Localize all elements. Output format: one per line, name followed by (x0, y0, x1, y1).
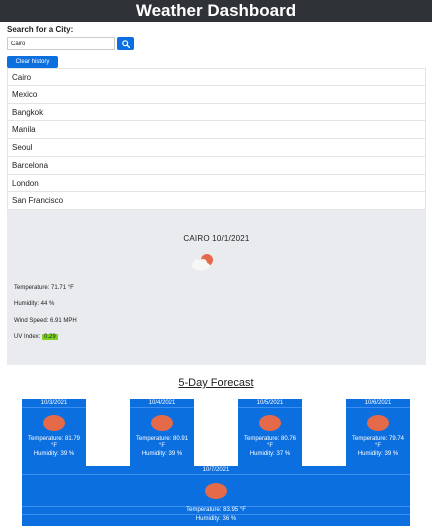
history-item-san-francisco[interactable]: San Francisco (7, 192, 426, 210)
forecast-date: 10/5/2021 (238, 399, 302, 408)
forecast-card: 10/4/2021 Temperature: 80.91 °F Humidity… (130, 399, 194, 466)
search-button[interactable] (117, 37, 134, 50)
forecast-date: 10/7/2021 (22, 466, 410, 475)
forecast-temperature-unit: °F (50, 443, 58, 449)
sun-icon (151, 415, 173, 431)
forecast-card: 10/5/2021 Temperature: 80.76 °F Humidity… (238, 399, 302, 466)
search-label: Search for a City: (7, 25, 74, 34)
forecast-temperature: Temperature: 79.74 (351, 436, 405, 442)
forecast-temperature: Temperature: 80.76 (243, 436, 297, 442)
app-header: Weather Dashboard (0, 0, 432, 22)
forecast-temperature-unit: °F (158, 443, 166, 449)
page-title: Weather Dashboard (135, 1, 297, 20)
forecast-date: 10/6/2021 (346, 399, 410, 408)
forecast-humidity: Humidity: 39 % (141, 451, 183, 457)
forecast-temperature: Temperature: 81.79 (27, 436, 81, 442)
forecast-humidity: Humidity: 39 % (33, 451, 75, 457)
clear-history-button[interactable]: Clear history (7, 56, 58, 68)
current-wind-speed: Wind Speed: 6.91 MPH (14, 318, 77, 324)
forecast-date: 10/3/2021 (22, 399, 86, 408)
sun-icon (259, 415, 281, 431)
forecast-card: 10/6/2021 Temperature: 79.74 °F Humidity… (346, 399, 410, 466)
current-uv: UV Index: 0.29 (14, 334, 58, 340)
city-search-input[interactable] (7, 37, 115, 50)
current-temperature: Temperature: 71.71 °F (14, 285, 74, 291)
forecast-temperature-unit: °F (374, 443, 382, 449)
forecast-card: 10/7/2021 Temperature: 83.95 °F Humidity… (22, 466, 410, 526)
uv-label: UV Index: (14, 334, 41, 340)
sun-icon (205, 483, 227, 499)
forecast-humidity: Humidity: 37 % (249, 451, 291, 457)
history-item-bangkok[interactable]: Bangkok (7, 103, 426, 122)
history-item-mexico[interactable]: Mexico (7, 85, 426, 104)
history-item-manila[interactable]: Manila (7, 121, 426, 139)
sun-icon (367, 415, 389, 431)
search-row (7, 37, 134, 50)
history-item-cairo[interactable]: Cairo (7, 68, 426, 86)
search-history-list: Cairo Mexico Bangkok Manila Seoul Barcel… (7, 68, 426, 210)
forecast-humidity: Humidity: 39 % (357, 451, 399, 457)
search-icon (121, 39, 130, 48)
current-weather-panel: CAIRO 10/1/2021 Temperature: 71.71 °F Hu… (7, 210, 426, 365)
uv-badge: 0.29 (42, 334, 58, 340)
history-item-seoul[interactable]: Seoul (7, 139, 426, 157)
sun-icon (43, 415, 65, 431)
forecast-humidity: Humidity: 36 % (22, 514, 410, 523)
history-item-barcelona[interactable]: Barcelona (7, 156, 426, 175)
forecast-card: 10/3/2021 Temperature: 81.79 °F Humidity… (22, 399, 86, 466)
history-item-london[interactable]: London (7, 174, 426, 193)
forecast-date: 10/4/2021 (130, 399, 194, 408)
partly-cloudy-icon (192, 254, 213, 271)
forecast-temperature: Temperature: 83.95 °F (22, 506, 410, 514)
forecast-temperature: Temperature: 80.91 (135, 436, 189, 442)
forecast-temperature-unit: °F (266, 443, 274, 449)
current-humidity: Humidity: 44 % (14, 301, 55, 307)
forecast-title: 5-Day Forecast (178, 377, 254, 389)
current-city-title: CAIRO 10/1/2021 (183, 234, 250, 243)
